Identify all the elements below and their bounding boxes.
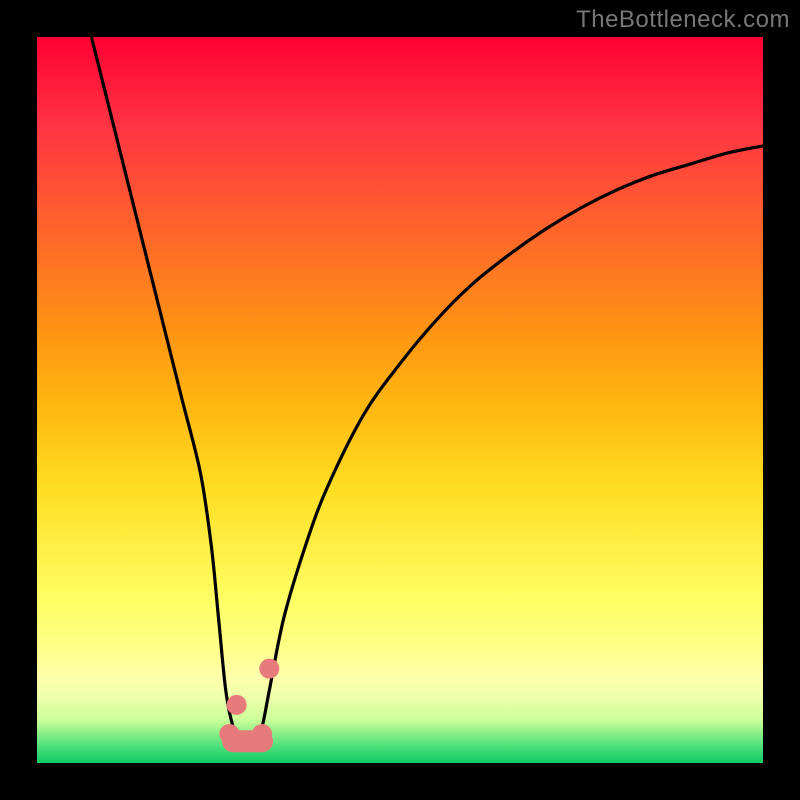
plot-area [37,37,763,763]
chart-frame: TheBottleneck.com [0,0,800,800]
watermark-text: TheBottleneck.com [576,6,790,34]
